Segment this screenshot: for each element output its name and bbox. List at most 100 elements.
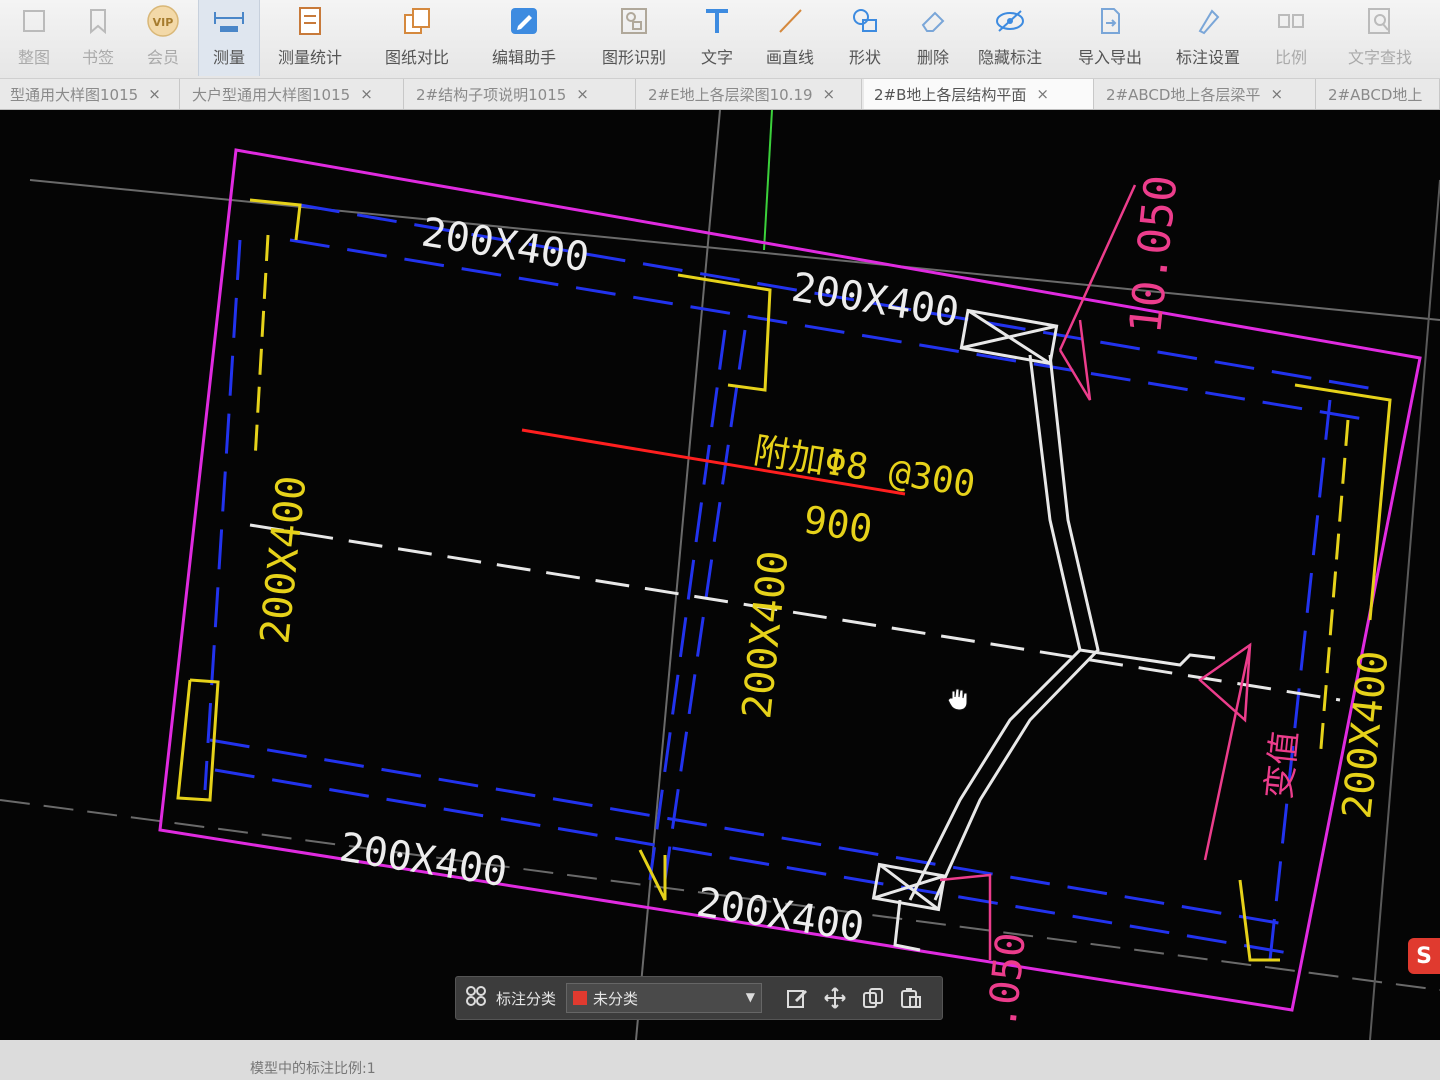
tool-label: 画直线 <box>765 48 814 67</box>
drawing-canvas[interactable]: 200X400 200X400 200X400 200X400 200X400 … <box>0 110 1440 1040</box>
tool-line[interactable]: 画直线 <box>760 0 820 76</box>
tool-measure-stats[interactable]: 测量统计 <box>272 0 348 76</box>
copy-icon <box>863 988 884 1008</box>
tool-label: 整图 <box>17 48 50 67</box>
scale-icon <box>1274 4 1308 38</box>
beam-label: 200X400 <box>336 824 510 896</box>
tool-measure[interactable]: 测量 <box>198 0 260 76</box>
variable-label: 变值 <box>1259 729 1306 801</box>
tab-label: 2#ABCD地上各层梁平 <box>1106 85 1261 104</box>
status-text: 模型中的标注比例:1 <box>250 1061 376 1077</box>
tool-label: 形状 <box>848 48 881 67</box>
tool-annotation-settings[interactable]: 标注设置 <box>1170 0 1246 76</box>
measure-stats-icon <box>293 4 327 38</box>
paste-button[interactable] <box>892 980 930 1016</box>
measure-icon <box>212 4 246 38</box>
edit-button[interactable] <box>778 980 816 1016</box>
tab-5[interactable]: 2#ABCD地上各层梁平 × <box>1096 79 1316 109</box>
text-icon <box>700 4 734 38</box>
fit-view-icon <box>17 4 51 38</box>
tool-label: 比例 <box>1274 48 1307 67</box>
tool-shape[interactable]: 形状 <box>840 0 890 76</box>
beam-label: 200X400 <box>252 474 315 646</box>
vip-badge: VIP <box>153 16 174 29</box>
tab-1[interactable]: 大户型通用大样图1015 × <box>182 79 404 109</box>
compare-icon <box>400 4 434 38</box>
edit-icon <box>787 990 808 1008</box>
tool-delete[interactable]: 删除 <box>908 0 958 76</box>
tool-label: 编辑助手 <box>491 48 556 67</box>
tool-text-search[interactable]: 文字查找 <box>1340 0 1420 76</box>
hide-annotation-icon <box>993 4 1027 38</box>
tool-fit-view[interactable]: 整图 <box>8 0 60 76</box>
tool-text[interactable]: 文字 <box>692 0 742 76</box>
tool-label: 导入导出 <box>1077 48 1142 67</box>
eraser-icon <box>916 4 950 38</box>
grid-line <box>249 523 1341 702</box>
rebar-length: 900 <box>801 497 876 551</box>
close-icon[interactable]: × <box>360 85 373 103</box>
shape-icon <box>848 4 882 38</box>
tab-3[interactable]: 2#E地上各层梁图10.19 × <box>638 79 862 109</box>
tool-edit-assistant[interactable]: 编辑助手 <box>486 0 562 76</box>
close-icon[interactable]: × <box>576 85 589 103</box>
main-toolbar: 整图 书签 VIP 会员 测量 测量统计 图纸对比 编辑助手 图形识别 文字 画… <box>0 0 1440 79</box>
edit-assistant-icon <box>507 4 541 38</box>
tool-label: 文字查找 <box>1347 48 1412 67</box>
logo-text: S <box>1416 943 1432 969</box>
beam-label: 200X400 <box>418 209 592 281</box>
close-icon[interactable]: × <box>823 85 836 103</box>
paste-icon <box>901 988 922 1008</box>
tool-label: 书签 <box>81 48 114 67</box>
tool-import-export[interactable]: 导入导出 <box>1072 0 1148 76</box>
tool-label: 隐藏标注 <box>977 48 1042 67</box>
tab-0[interactable]: 型通用大样图1015 × <box>0 79 180 109</box>
tool-label: 图形识别 <box>601 48 666 67</box>
document-tabs: 型通用大样图1015 × 大户型通用大样图1015 × 2#结构子项说明1015 × … <box>0 79 1440 110</box>
tab-2[interactable]: 2#结构子项说明1015 × <box>406 79 636 109</box>
tool-label: 会员 <box>146 48 179 67</box>
tool-label: 删除 <box>916 48 949 67</box>
beam-label: 200X400 <box>693 879 867 951</box>
drawing-labels: 200X400 200X400 200X400 200X400 200X400 … <box>252 173 1397 1031</box>
tab-label: 2#B地上各层结构平面 <box>874 85 1027 104</box>
cad-drawing: 200X400 200X400 200X400 200X400 200X400 … <box>0 110 1440 1040</box>
chevron-down-icon: ▼ <box>745 990 756 1004</box>
move-button[interactable] <box>816 980 854 1016</box>
bookmark-icon <box>81 4 115 38</box>
status-bar: 模型中的标注比例:1 <box>0 1040 1440 1080</box>
axis-line <box>763 110 773 251</box>
vip-icon: VIP <box>146 4 180 38</box>
move-icon <box>824 987 846 1009</box>
tool-scale[interactable]: 比例 <box>1266 0 1316 76</box>
beam-label: 200X400 <box>1334 649 1397 821</box>
tool-hide-annotation[interactable]: 隐藏标注 <box>972 0 1048 76</box>
close-icon[interactable]: × <box>1270 85 1283 103</box>
close-icon[interactable]: × <box>1036 85 1049 103</box>
category-color-swatch <box>573 991 588 1005</box>
shape-recognition-icon <box>617 4 651 38</box>
tool-shape-recognition[interactable]: 图形识别 <box>596 0 672 76</box>
tool-label: 测量 <box>212 48 245 67</box>
tab-label: 型通用大样图1015 <box>10 85 139 104</box>
tool-label: 标注设置 <box>1175 48 1240 67</box>
copy-button[interactable] <box>854 980 892 1016</box>
category-value: 未分类 <box>593 989 639 1008</box>
tool-vip[interactable]: VIP 会员 <box>136 0 190 76</box>
tab-4[interactable]: 2#B地上各层结构平面 × <box>864 79 1094 109</box>
elevation-label: .050 <box>979 930 1035 1031</box>
tab-6[interactable]: 2#ABCD地上 <box>1318 79 1440 109</box>
annotation-settings-icon <box>1191 4 1225 38</box>
tab-label: 2#结构子项说明1015 <box>416 85 567 104</box>
wall-path <box>871 308 1216 952</box>
tab-label: 2#E地上各层梁图10.19 <box>648 85 813 104</box>
category-label: 标注分类 <box>496 989 557 1008</box>
tool-bookmark[interactable]: 书签 <box>72 0 124 76</box>
annotation-floatbar: 标注分类 未分类 ▼ <box>455 976 943 1020</box>
text-search-icon <box>1363 4 1397 38</box>
category-select[interactable]: 未分类 ▼ <box>566 983 763 1013</box>
close-icon[interactable]: × <box>148 85 161 103</box>
tool-compare[interactable]: 图纸对比 <box>380 0 454 76</box>
grid-menu-icon[interactable] <box>464 984 488 1012</box>
hand-cursor-icon <box>947 688 968 711</box>
